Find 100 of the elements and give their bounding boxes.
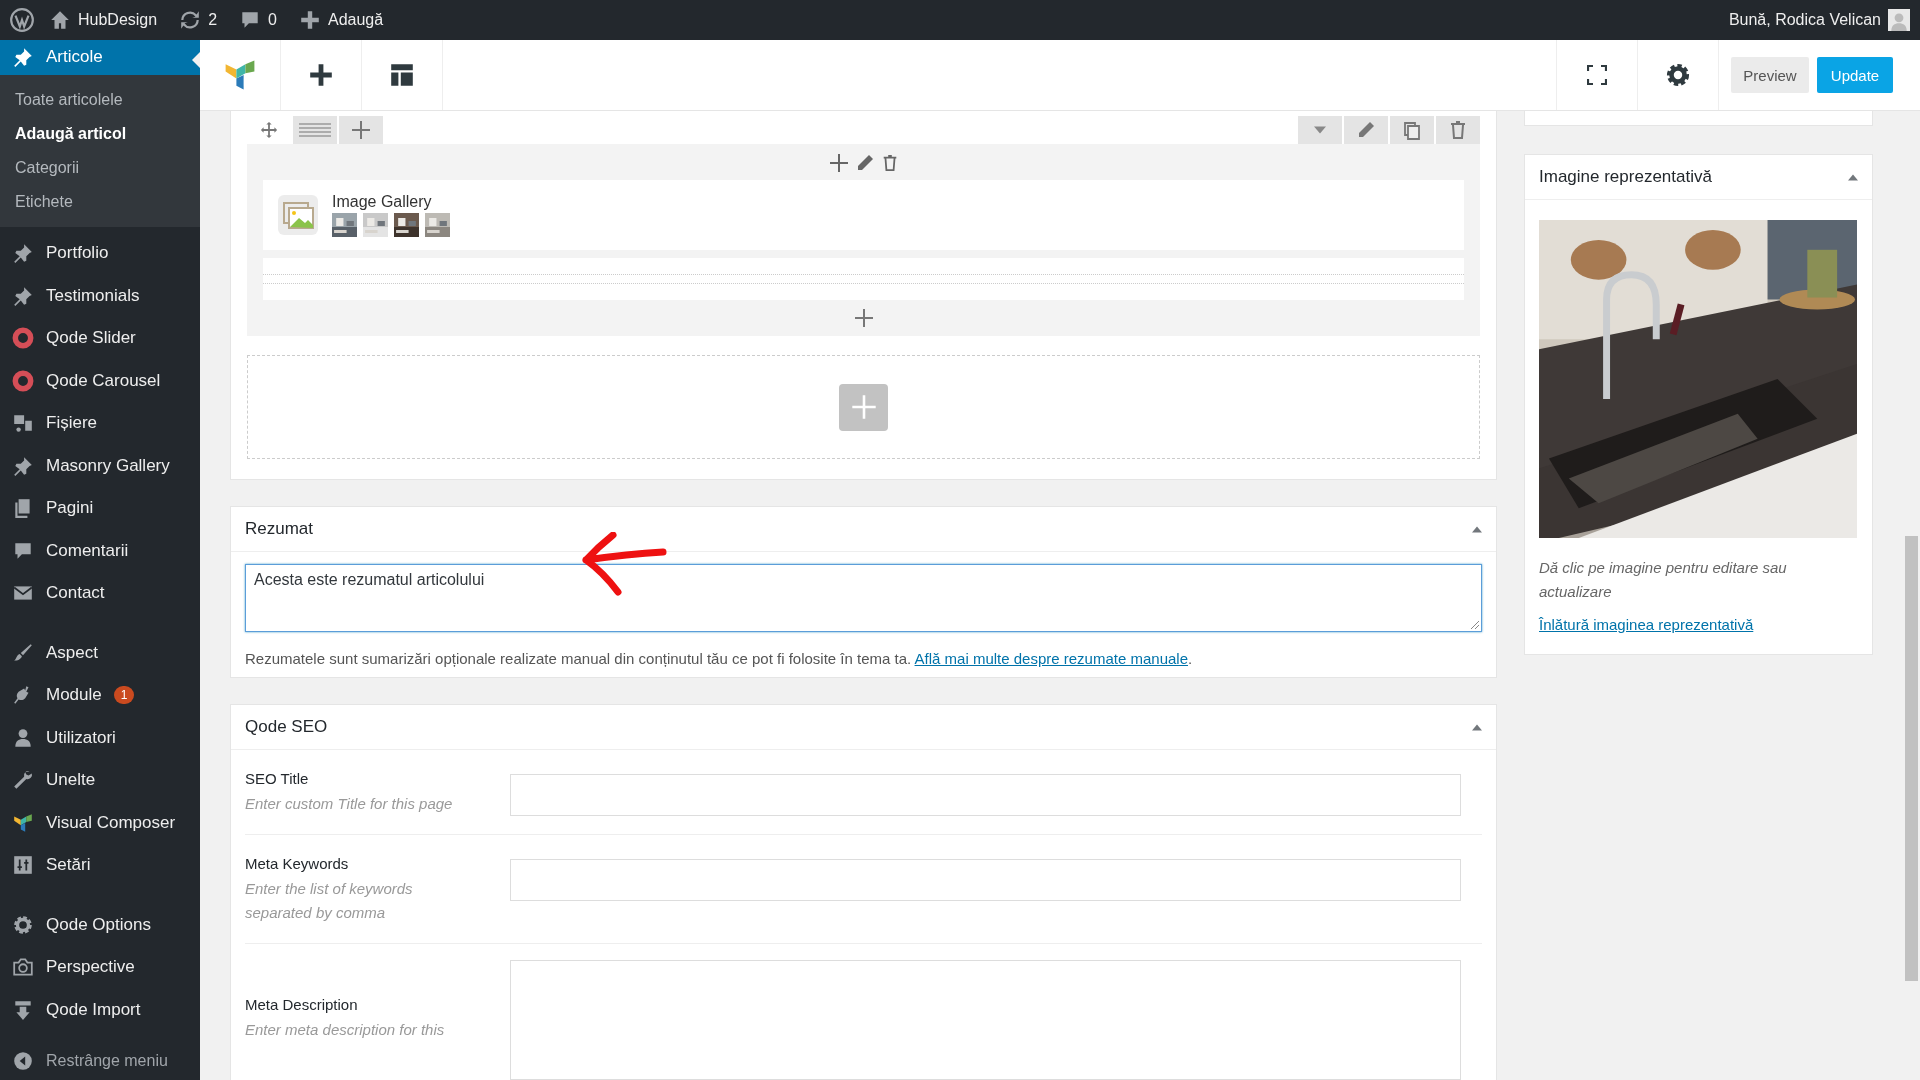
- new-link[interactable]: Adaugă: [298, 9, 384, 31]
- menu-item[interactable]: Fișiere: [0, 401, 200, 445]
- menu-label: Unelte: [46, 770, 96, 791]
- resize-handle-icon: [1471, 621, 1479, 629]
- submenu-item[interactable]: Categorii: [0, 150, 200, 185]
- field-hint: Enter custom Title for this page: [245, 794, 454, 814]
- caret-icon: [1314, 126, 1326, 134]
- menu-label: Testimonials: [46, 285, 140, 306]
- menu-label: Utilizatori: [46, 727, 116, 748]
- menu-label: Articole: [46, 47, 103, 68]
- plus-icon[interactable]: [853, 308, 874, 328]
- preview-button[interactable]: Preview: [1731, 57, 1809, 93]
- new-label: Adaugă: [327, 11, 384, 29]
- field-hint: Enter meta description for this: [245, 1020, 446, 1040]
- logo-icon: [12, 811, 34, 834]
- edit-button[interactable]: [1344, 116, 1388, 144]
- add-element-icon[interactable]: [309, 63, 333, 87]
- move-icon: [260, 121, 278, 139]
- home-icon: [49, 9, 71, 31]
- menu-label: Module: [46, 685, 102, 706]
- account-link[interactable]: Bună, Rodica Velican: [1728, 9, 1910, 31]
- updates-link[interactable]: 2: [179, 9, 218, 31]
- plus-icon: [850, 394, 877, 420]
- menu-item[interactable]: Masonry Gallery: [0, 444, 200, 487]
- menu-label: Contact: [46, 583, 105, 604]
- panel-title: Qode SEO: [245, 717, 328, 737]
- menu-label: Qode Options: [46, 914, 151, 935]
- menu-item[interactable]: Module 1: [0, 673, 200, 717]
- menu-label: Portfolio: [46, 243, 109, 264]
- menu-label: Visual Composer: [46, 812, 176, 833]
- avatar-icon: [1888, 9, 1910, 31]
- menu-item[interactable]: Articole: [0, 40, 200, 75]
- gallery-element[interactable]: Image Gallery: [263, 180, 1464, 250]
- menu-label: Comentarii: [46, 540, 129, 561]
- menu-item[interactable]: Utilizatori: [0, 716, 200, 759]
- collapse-icon[interactable]: [1472, 723, 1482, 731]
- settings-icon[interactable]: [1665, 62, 1691, 88]
- collapse-menu-button[interactable]: Restrânge meniu: [0, 1042, 200, 1080]
- menu-item[interactable]: Qode Slider: [0, 316, 200, 360]
- menu-label: Pagini: [46, 498, 94, 519]
- submenu-item[interactable]: Toate articolele: [0, 82, 200, 117]
- menu-label: Fișiere: [46, 413, 97, 434]
- menu-label: Aspect: [46, 642, 98, 663]
- trash-icon: [1448, 120, 1468, 140]
- menu-label: Qode Slider: [46, 328, 136, 349]
- collapse-icon[interactable]: [1848, 173, 1858, 181]
- menu-item[interactable]: Aspect: [0, 631, 200, 674]
- field-label: Meta Description: [245, 996, 359, 1013]
- field-label: SEO Title: [245, 770, 310, 787]
- menu-item[interactable]: Qode Options: [0, 903, 200, 946]
- help-link[interactable]: Află mai multe despre rezumate manuale: [914, 650, 1188, 667]
- menu-item[interactable]: Pagini: [0, 486, 200, 530]
- updates-count: 2: [208, 11, 218, 29]
- menu-item[interactable]: Qode Import: [0, 988, 200, 1031]
- input-field[interactable]: [510, 774, 1461, 816]
- menu-item[interactable]: Contact: [0, 571, 200, 615]
- add-column-button[interactable]: [339, 116, 383, 144]
- menu-item[interactable]: Perspective: [0, 945, 200, 989]
- input-field[interactable]: [510, 859, 1461, 901]
- camera-icon: [12, 956, 34, 979]
- comments-count: 0: [268, 11, 277, 29]
- collapse-icon: [12, 1050, 34, 1073]
- menu-label: Qode Import: [46, 999, 141, 1020]
- field-label: Meta Keywords: [245, 855, 350, 872]
- wrench-icon: [12, 769, 34, 792]
- menu-item[interactable]: Testimonials: [0, 274, 200, 317]
- brush-icon: [12, 641, 34, 664]
- element-title: Image Gallery: [332, 193, 433, 211]
- submenu-item[interactable]: Adaugă articol: [0, 116, 200, 151]
- excerpt-field[interactable]: Acesta este rezumatul articolului: [245, 564, 1482, 632]
- menu-item[interactable]: Setări: [0, 843, 200, 887]
- collapse-icon[interactable]: [1472, 525, 1482, 533]
- layout-icon[interactable]: [390, 63, 414, 87]
- panel-title: Rezumat: [245, 519, 314, 539]
- submenu-item[interactable]: Etichete: [0, 184, 200, 219]
- menu-item[interactable]: Portfolio: [0, 231, 200, 275]
- remove-image-link[interactable]: Înlătură imaginea reprezentativă: [1539, 616, 1754, 633]
- menu-item[interactable]: Comentarii: [0, 529, 200, 572]
- menu-label: Setări: [46, 855, 91, 876]
- sliders-icon: [12, 854, 34, 877]
- field-hint: Enter the list of keywords separated by comma: [245, 879, 414, 923]
- refresh-icon: [179, 9, 202, 31]
- site-link[interactable]: HubDesign: [49, 9, 158, 31]
- update-count-badge: 1: [113, 686, 135, 705]
- menu-item[interactable]: Visual Composer: [0, 801, 200, 844]
- plus-icon: [298, 9, 321, 31]
- gallery-icon: [278, 195, 318, 235]
- site-name: HubDesign: [78, 11, 158, 29]
- menu-item[interactable]: Qode Carousel: [0, 359, 200, 402]
- toggle-button[interactable]: [1298, 116, 1342, 144]
- fullscreen-icon[interactable]: [1587, 65, 1607, 85]
- clone-button[interactable]: [1390, 116, 1434, 144]
- media-icon: [12, 412, 34, 435]
- ring-icon: [12, 369, 34, 392]
- wordpress-logo-icon[interactable]: [9, 7, 35, 33]
- plus-icon[interactable]: [828, 153, 849, 173]
- comments-link[interactable]: 0: [239, 9, 277, 31]
- delete-button[interactable]: [1436, 116, 1480, 144]
- menu-item[interactable]: Unelte: [0, 758, 200, 802]
- lines-icon: [299, 123, 331, 137]
